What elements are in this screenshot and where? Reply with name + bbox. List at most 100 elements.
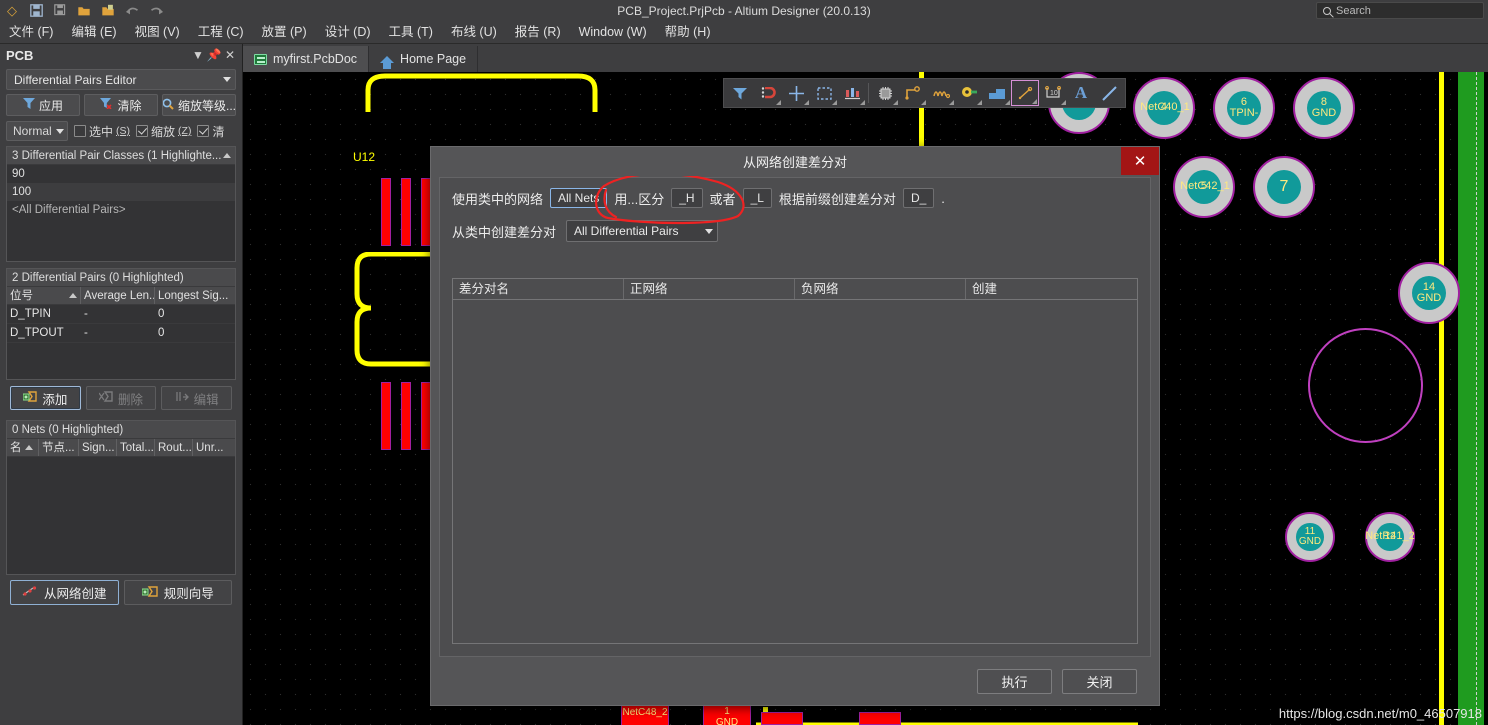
dialog-title: 从网络创建差分对 (742, 154, 847, 170)
polygon-icon[interactable] (983, 80, 1011, 106)
column-header-designator[interactable]: 位号 (7, 287, 81, 304)
column-header-negative-net[interactable]: 负网络 (795, 279, 966, 299)
table-row[interactable]: D_TPIN - 0 (7, 305, 235, 324)
column-header-routed[interactable]: Rout... (155, 439, 193, 456)
rule-wizard-button[interactable]: 规则向导 (123, 580, 232, 605)
pad-u12-b2[interactable] (401, 382, 411, 450)
magnet-icon[interactable] (754, 80, 782, 106)
search-input[interactable]: Search (1316, 2, 1484, 19)
open-icon[interactable] (74, 2, 94, 19)
pad-bottom-b[interactable] (859, 712, 901, 725)
redo-icon[interactable] (146, 2, 166, 19)
tab-home-page[interactable]: Home Page (369, 46, 479, 72)
prefix-field[interactable]: D_ (902, 188, 935, 208)
undo-icon[interactable] (122, 2, 142, 19)
negative-suffix-field[interactable]: _L (742, 188, 772, 208)
menu-item-reports[interactable]: 报告 (R) (506, 21, 570, 44)
select-area-icon[interactable] (810, 80, 838, 106)
menu-item-view[interactable]: 视图 (V) (126, 21, 189, 44)
list-item[interactable]: 100 (7, 183, 235, 201)
list-item[interactable]: <All Differential Pairs> (7, 201, 235, 219)
list-item[interactable]: 90 (7, 165, 235, 183)
coordinate-icon[interactable]: 10 (1039, 80, 1067, 106)
pad-4[interactable]: 4 (1133, 77, 1195, 139)
table-row[interactable]: D_TPOUT - 0 (7, 324, 235, 343)
measure-icon[interactable] (838, 80, 866, 106)
pad-net: NetC48_2 (622, 707, 668, 718)
checkbox-select[interactable] (74, 125, 86, 137)
mode-select[interactable]: Normal (6, 121, 68, 141)
close-button[interactable]: 关闭 (1062, 668, 1137, 694)
menu-item-file[interactable]: 文件 (F) (0, 21, 62, 44)
menu-item-help[interactable]: 帮助 (H) (656, 21, 720, 44)
chevron-down-icon[interactable]: ▼ (190, 48, 206, 62)
line-icon[interactable] (1095, 80, 1123, 106)
column-header-avg-length[interactable]: Average Len... (81, 287, 155, 304)
column-header-unrouted[interactable]: Unr... (193, 439, 231, 456)
pad-12[interactable]: 12 (1365, 512, 1415, 562)
quick-access-toolbar: ◇ (0, 2, 166, 19)
edit-button-label: 编辑 (193, 392, 219, 407)
component-icon[interactable] (871, 80, 899, 106)
execute-button[interactable]: 执行 (977, 668, 1052, 694)
column-header-signal[interactable]: Sign... (79, 439, 117, 456)
dialog-close-button[interactable]: ✕ (1121, 147, 1159, 175)
option-select[interactable]: 选中 (S) (74, 123, 130, 140)
menu-item-place[interactable]: 放置 (P) (253, 21, 316, 44)
pin-icon[interactable]: 📌 (206, 48, 222, 62)
delete-button[interactable]: 删除 (85, 386, 157, 410)
create-from-nets-button[interactable]: 从网络创建 (10, 580, 119, 605)
column-header-pair-name[interactable]: 差分对名 (453, 279, 624, 299)
pad-6[interactable]: 6 TPIN- (1213, 77, 1275, 139)
positive-suffix-field[interactable]: _H (671, 188, 703, 208)
diffpair-preview-table[interactable]: 差分对名 正网络 负网络 创建 (452, 278, 1138, 644)
editor-select[interactable]: Differential Pairs Editor (6, 69, 236, 90)
option-zoom[interactable]: 缩放 (Z) (136, 123, 191, 140)
tune-icon[interactable] (927, 80, 955, 106)
column-header-longest-sig[interactable]: Longest Sig... (155, 287, 229, 304)
column-header-total[interactable]: Total... (117, 439, 155, 456)
text-icon[interactable]: A (1067, 80, 1095, 106)
altium-logo-icon[interactable]: ◇ (2, 2, 22, 19)
open-project-icon[interactable] (98, 2, 118, 19)
menu-item-tools[interactable]: 工具 (T) (380, 21, 442, 44)
column-header-nodes[interactable]: 节点... (39, 439, 79, 456)
close-icon[interactable]: ✕ (222, 48, 238, 62)
menu-item-edit[interactable]: 编辑 (E) (62, 21, 125, 44)
sort-ascending-icon[interactable] (223, 153, 231, 158)
zoom-level-button[interactable]: 缩放等级... (162, 94, 236, 116)
option-clear[interactable]: 清 (197, 123, 224, 140)
menu-item-design[interactable]: 设计 (D) (316, 21, 380, 44)
via-icon[interactable] (955, 80, 983, 106)
menu-item-project[interactable]: 工程 (C) (189, 21, 253, 44)
route-icon[interactable] (899, 80, 927, 106)
tab-myfirst-pcbdoc[interactable]: myfirst.PcbDoc (243, 46, 370, 72)
menu-item-route[interactable]: 布线 (U) (442, 21, 506, 44)
pad-5[interactable]: 5 (1173, 156, 1235, 218)
save-icon[interactable] (26, 2, 46, 19)
checkbox-clear[interactable] (197, 125, 210, 137)
edit-button[interactable]: 编辑 (161, 386, 233, 410)
column-header-positive-net[interactable]: 正网络 (624, 279, 795, 299)
diffpair-class-select[interactable]: All Differential Pairs (566, 220, 719, 242)
apply-button[interactable]: 应用 (6, 94, 80, 116)
dimension-icon[interactable] (1011, 80, 1039, 106)
net-class-field[interactable]: All Nets (550, 188, 608, 208)
column-header-create[interactable]: 创建 (966, 279, 1137, 299)
pad-11[interactable]: 11 GND (1285, 512, 1335, 562)
pad-7[interactable]: 7 (1253, 156, 1315, 218)
checkbox-zoom[interactable] (136, 125, 149, 137)
column-header-name[interactable]: 名 (7, 439, 39, 456)
pad-14[interactable]: 14 GND (1398, 262, 1460, 324)
add-button[interactable]: 添加 (10, 386, 81, 410)
pad-u12-b1[interactable] (381, 382, 391, 450)
pad-u12-a2[interactable] (401, 178, 411, 246)
filter-icon[interactable] (726, 80, 754, 106)
crosshair-icon[interactable] (782, 80, 810, 106)
pad-8[interactable]: 8 GND (1293, 77, 1355, 139)
pad-bottom-a[interactable] (761, 712, 803, 725)
menu-item-window[interactable]: Window (W) (570, 21, 656, 44)
pad-u12-a1[interactable] (381, 178, 391, 246)
clear-button[interactable]: 清除 (84, 94, 158, 116)
save-all-icon[interactable] (50, 2, 70, 19)
